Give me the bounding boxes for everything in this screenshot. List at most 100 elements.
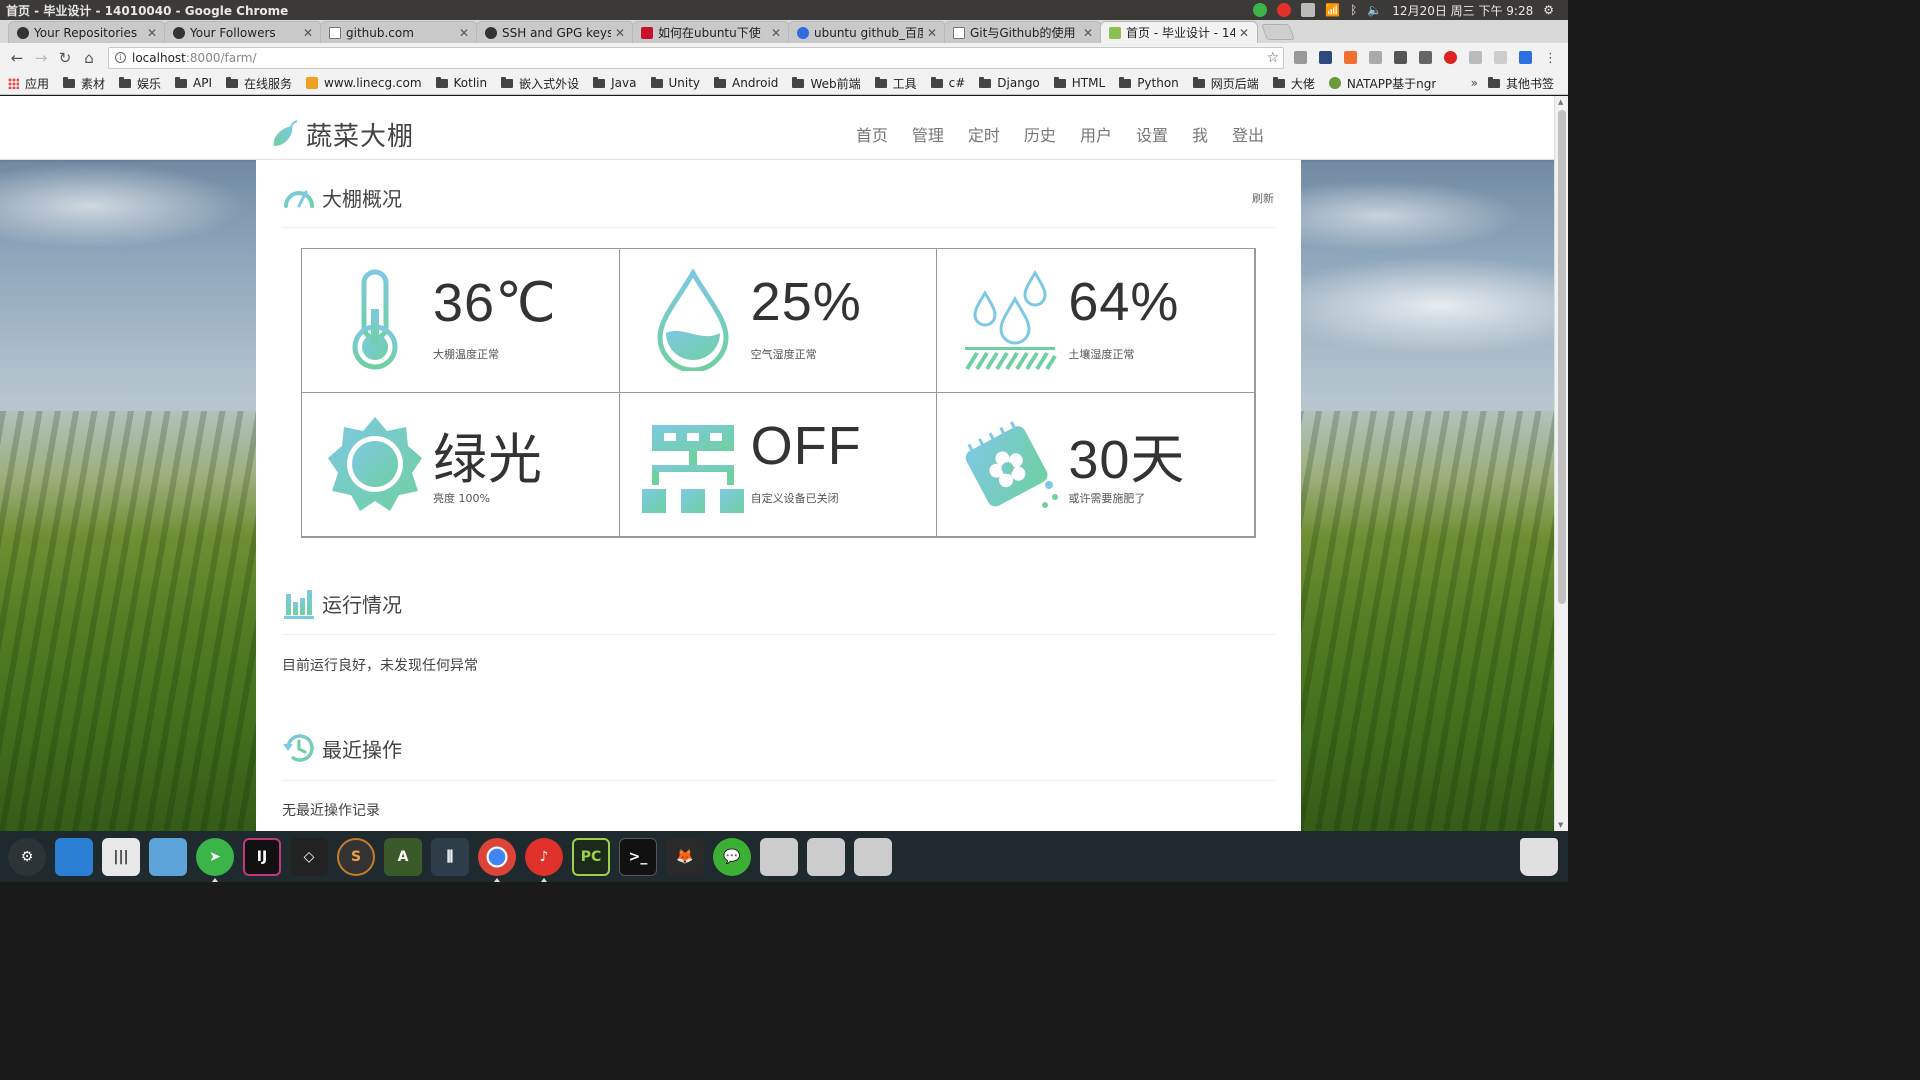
reload-icon[interactable]: ↻ xyxy=(54,49,76,67)
bookmark-folder[interactable]: Java xyxy=(593,76,637,90)
extension-icon[interactable] xyxy=(1519,51,1532,64)
netease-music-tray-icon[interactable] xyxy=(1277,3,1292,17)
tab-baidu[interactable]: ubuntu github_百度 ✕ xyxy=(788,21,946,43)
nav-schedule[interactable]: 定时 xyxy=(968,122,1000,146)
close-tab-icon[interactable]: ✕ xyxy=(147,26,157,40)
bookmark-folder[interactable]: 娱乐 xyxy=(119,75,161,92)
bookmark-folder[interactable]: 工具 xyxy=(874,75,917,92)
extension-icon[interactable] xyxy=(1419,51,1432,64)
fox-app-icon[interactable]: 🦊 xyxy=(666,837,704,876)
scroll-up-arrow-icon[interactable]: ▲ xyxy=(1558,98,1563,106)
scrollbar-thumb[interactable] xyxy=(1558,110,1566,604)
close-tab-icon[interactable]: ✕ xyxy=(1239,26,1249,40)
telegram-icon[interactable]: ➤ xyxy=(196,837,234,882)
bookmark-folder[interactable]: API xyxy=(175,76,212,90)
tab-farm-home[interactable]: 首页 - 毕业设计 - 14 ✕ xyxy=(1100,21,1258,43)
files-manager-icon[interactable] xyxy=(55,837,93,876)
bookmark-apps[interactable]: 应用 xyxy=(8,75,49,92)
new-tab-button[interactable] xyxy=(1261,24,1295,40)
bookmark-folder[interactable]: Unity xyxy=(650,76,700,90)
drive-icon[interactable] xyxy=(760,837,798,876)
tab-your-followers[interactable]: Your Followers ✕ xyxy=(164,21,322,43)
site-info-icon[interactable]: i xyxy=(115,52,126,63)
volume-icon[interactable]: 🔈 xyxy=(1367,3,1382,17)
bookmark-folder[interactable]: Python xyxy=(1119,76,1179,90)
tab-git-github[interactable]: Git与Github的使用 ✕ xyxy=(944,21,1102,43)
extension-icon[interactable] xyxy=(1294,51,1307,64)
ubuntu-settings-icon[interactable]: ⚙ xyxy=(8,837,46,876)
forward-arrow-icon[interactable]: → xyxy=(30,49,52,67)
page-scrollbar[interactable]: ▲ ▼ xyxy=(1554,96,1568,831)
equalizer-icon[interactable]: ⫼ xyxy=(431,837,469,876)
bookmark-folder[interactable]: Android xyxy=(714,76,778,90)
scroll-down-arrow-icon[interactable]: ▼ xyxy=(1558,821,1563,829)
bookmark-folder[interactable]: 素材 xyxy=(63,75,105,92)
bookmark-site[interactable]: NATAPP基于ngr xyxy=(1328,75,1436,92)
site-brand[interactable]: 蔬菜大棚 xyxy=(270,116,414,153)
close-tab-icon[interactable]: ✕ xyxy=(459,26,469,40)
bluetooth-icon[interactable]: ᛒ xyxy=(1350,3,1357,17)
close-tab-icon[interactable]: ✕ xyxy=(615,26,625,40)
bookmark-folder[interactable]: Kotlin xyxy=(435,76,487,90)
power-gear-icon[interactable]: ⚙ xyxy=(1543,3,1554,17)
tab-your-repositories[interactable]: Your Repositories ✕ xyxy=(8,21,166,43)
bookmarks-overflow-chevron-icon[interactable]: » xyxy=(1471,76,1478,90)
home-folder-icon[interactable] xyxy=(149,837,187,876)
nav-manage[interactable]: 管理 xyxy=(912,122,944,146)
nav-history[interactable]: 历史 xyxy=(1024,122,1056,146)
nav-home[interactable]: 首页 xyxy=(856,122,888,146)
close-tab-icon[interactable]: ✕ xyxy=(927,26,937,40)
bookmark-folder[interactable]: 在线服务 xyxy=(226,75,292,92)
clock[interactable]: 12月20日 周三 下午 9:28 xyxy=(1392,2,1533,19)
adblock-icon[interactable] xyxy=(1444,51,1457,64)
bookmark-star-icon[interactable]: ☆ xyxy=(1266,50,1279,66)
refresh-link[interactable]: 刷新 xyxy=(1252,190,1274,206)
extension-icon[interactable] xyxy=(1344,51,1357,64)
chrome-icon[interactable] xyxy=(478,837,516,882)
bookmark-folder[interactable]: 嵌入式外设 xyxy=(501,75,579,92)
nav-settings[interactable]: 设置 xyxy=(1136,122,1168,146)
bookmark-site[interactable]: www.linecg.com xyxy=(306,76,422,90)
bookmark-folder[interactable]: c# xyxy=(930,76,965,90)
bookmark-folder[interactable]: Web前端 xyxy=(792,75,861,92)
bookmark-folder[interactable]: 大佬 xyxy=(1272,75,1315,92)
home-icon[interactable]: ⌂ xyxy=(78,49,100,67)
close-tab-icon[interactable]: ✕ xyxy=(1083,26,1093,40)
unity-icon[interactable]: ◇ xyxy=(290,837,328,876)
shield-icon[interactable] xyxy=(1469,51,1482,64)
intellij-icon[interactable]: IJ xyxy=(243,837,281,876)
bookmark-folder[interactable]: Django xyxy=(979,76,1040,90)
bookmark-other[interactable]: 其他书签 xyxy=(1487,75,1554,92)
eyedropper-icon[interactable] xyxy=(1394,51,1407,64)
input-method-icon[interactable] xyxy=(1301,3,1316,17)
nav-me[interactable]: 我 xyxy=(1192,122,1208,146)
wechat-icon[interactable]: 💬 xyxy=(713,837,751,876)
wifi-icon[interactable]: 📶 xyxy=(1325,3,1340,17)
close-tab-icon[interactable]: ✕ xyxy=(303,26,313,40)
extension-icon[interactable] xyxy=(1494,51,1507,64)
terminal-icon[interactable]: >_ xyxy=(619,837,657,876)
back-arrow-icon[interactable]: ← xyxy=(6,49,28,67)
bookmark-folder[interactable]: HTML xyxy=(1053,76,1105,90)
drive-icon[interactable] xyxy=(854,837,892,876)
extension-icon[interactable] xyxy=(1369,51,1382,64)
site-navbar: 蔬菜大棚 首页 管理 定时 历史 用户 设置 我 登出 xyxy=(0,96,1554,160)
tab-ssh-gpg-keys[interactable]: SSH and GPG keys ✕ xyxy=(476,21,634,43)
pycharm-icon[interactable]: PC xyxy=(572,837,610,876)
nav-logout[interactable]: 登出 xyxy=(1232,122,1264,146)
mixer-icon[interactable]: ||| xyxy=(102,837,140,876)
nav-users[interactable]: 用户 xyxy=(1080,122,1112,146)
extension-icon[interactable] xyxy=(1319,51,1332,64)
drive-icon[interactable] xyxy=(807,837,845,876)
menu-kebab-icon[interactable]: ⋮ xyxy=(1544,51,1557,66)
tab-csdn[interactable]: 如何在ubuntu下使 ✕ xyxy=(632,21,790,43)
sublime-icon[interactable]: S xyxy=(337,837,375,876)
telegram-tray-icon[interactable] xyxy=(1253,3,1268,17)
netease-music-icon[interactable]: ♪ xyxy=(525,837,563,882)
bookmark-folder[interactable]: 网页后端 xyxy=(1192,75,1259,92)
android-studio-icon[interactable]: A xyxy=(384,837,422,876)
address-bar[interactable]: i localhost:8000/farm/ ☆ xyxy=(108,46,1284,69)
tab-github[interactable]: github.com ✕ xyxy=(320,21,478,43)
close-tab-icon[interactable]: ✕ xyxy=(771,26,781,40)
trash-icon[interactable] xyxy=(1520,837,1558,876)
